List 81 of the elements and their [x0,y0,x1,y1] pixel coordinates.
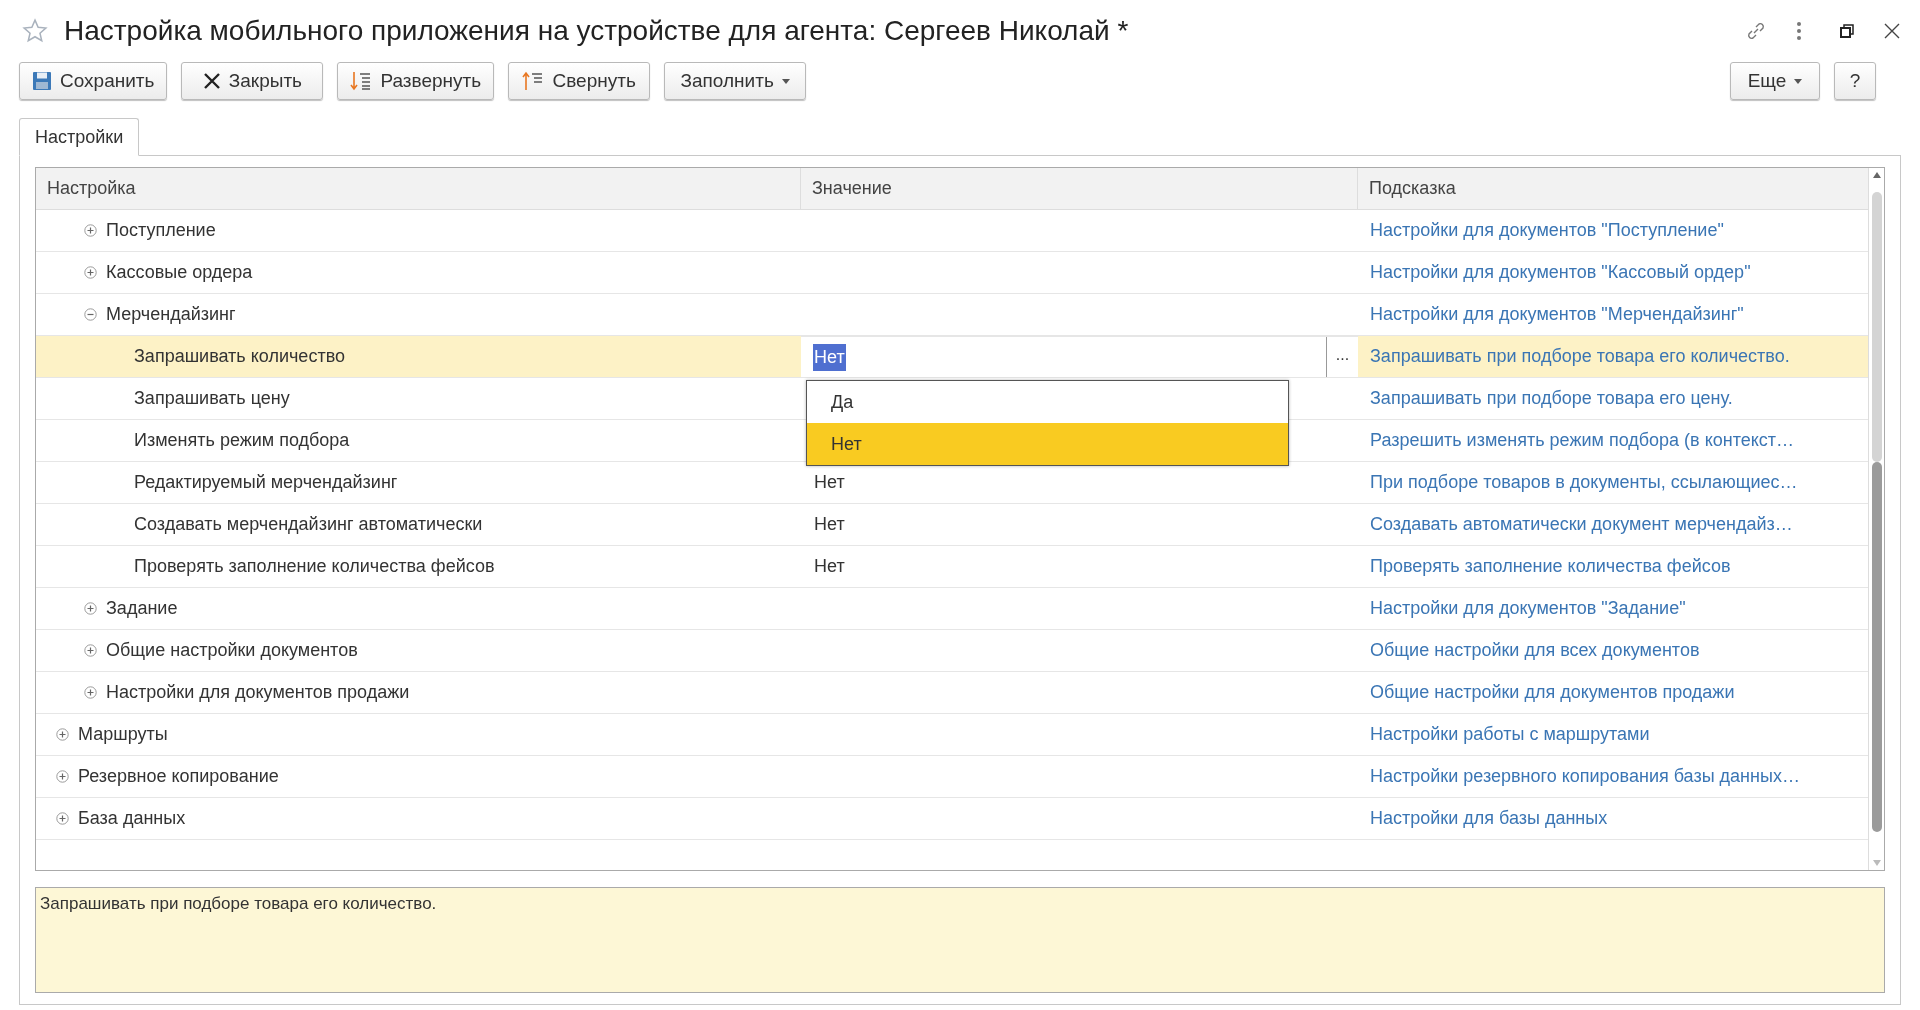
arrow-down-list-icon [350,70,373,92]
setting-name: Мерчендайзинг [106,303,236,326]
hint-text: Настройки для документов "Мерчендайзинг" [1370,303,1744,326]
tree-row[interactable]: Задание Настройки для документов "Задание" [36,588,1868,630]
help-button[interactable]: ? [1834,62,1876,100]
dropdown-option[interactable]: Да [807,381,1288,423]
setting-name: Кассовые ордера [106,261,253,284]
star-icon[interactable] [22,18,48,44]
expand-icon[interactable] [84,266,97,279]
tree-row[interactable]: Настройки для документов продажи Общие настройки для документов продажи [36,672,1868,714]
setting-name: Запрашивать цену [134,387,290,410]
column-header[interactable]: Значение [801,168,1358,209]
tree-row[interactable]: Резервное копирование Настройки резервного копирования базы данных… [36,756,1868,798]
scroll-thumb[interactable] [1871,462,1882,832]
expand-icon[interactable] [84,224,97,237]
setting-name: Изменять режим подбора [134,429,350,452]
setting-name: Редактируемый мерчендайзинг [134,471,398,494]
setting-name: Задание [106,597,178,620]
expand-icon[interactable] [84,602,97,615]
hint-text: Общие настройки для всех документов [1370,639,1700,662]
hint-text: Настройки для базы данных [1370,807,1608,830]
tree-row[interactable]: Редактируемый мерчендайзинг Нет При подборе товаров в документы, ссылающиес… [36,462,1868,504]
collapse-button[interactable]: Свернуть [508,62,651,100]
hint-text: Настройки работы с маршрутами [1370,723,1650,746]
arrow-up-list-icon [522,70,545,92]
tree-row[interactable]: Создавать мерчендайзинг автоматически Нет Создавать автоматически документ мерчендайз… [36,504,1868,546]
expand-icon[interactable] [84,644,97,657]
caret-icon [781,78,790,84]
menu-button[interactable]: Заполнить [664,62,807,100]
hint-field[interactable]: Запрашивать при подборе товара его количество. [35,887,1885,993]
scrollbar[interactable] [1868,168,1884,870]
setting-value: Нет [814,555,845,578]
expand-icon[interactable] [84,686,97,699]
tree-row[interactable]: Общие настройки документов Общие настройки для всех документов [36,630,1868,672]
column-header[interactable]: Настройка [36,168,801,209]
hint-text: Создавать автоматически документ мерчендайз… [1370,513,1793,536]
hint-text: Проверять заполнение количества фейсов [1370,555,1731,578]
tree-row[interactable]: Маршруты Настройки работы с маршрутами [36,714,1868,756]
tree-row[interactable]: Проверять заполнение количества фейсов Нет Проверять заполнение количества фейсов [36,546,1868,588]
tree-row[interactable]: База данных Настройки для базы данных [36,798,1868,840]
window-title: Настройка мобильного приложения на устройстве для агента: Сергеев Николай * [64,14,1129,48]
close-icon[interactable] [1884,23,1900,39]
setting-name: Маршруты [78,723,168,746]
tab[interactable]: Настройки [19,118,140,156]
expand-icon[interactable] [56,728,69,741]
column-header[interactable]: Подсказка [1358,168,1868,209]
caret-icon [1794,78,1803,84]
scroll-up-icon[interactable] [1872,172,1881,178]
more-icon[interactable] [1796,21,1802,41]
hint-text: При подборе товаров в документы, ссылающиес… [1370,471,1798,494]
setting-name: Проверять заполнение количества фейсов [134,555,495,578]
setting-name: Создавать мерчендайзинг автоматически [134,513,483,536]
expand-button[interactable]: Развернуть [337,62,495,100]
close-button[interactable]: Закрыть [181,62,324,100]
restore-window-icon[interactable] [1840,24,1854,38]
tree-row[interactable]: Кассовые ордера Настройки для документов "Кассовый ордер" [36,252,1868,294]
expand-icon[interactable] [56,770,69,783]
hint-text: Общие настройки для документов продажи [1370,681,1735,704]
hint-text: Разрешить изменять режим подбора (в контекст… [1370,429,1795,452]
dropdown-option[interactable]: Нет [807,423,1288,465]
setting-value: Нет [814,471,845,494]
hint-text: Запрашивать при подборе товара его цену. [1370,387,1733,410]
setting-name: База данных [78,807,186,830]
collapse-icon[interactable] [84,308,97,321]
tree-row[interactable]: Поступление Настройки для документов "Поступление" [36,210,1868,252]
save-button[interactable]: Сохранить [19,62,168,100]
hint-text: Запрашивать при подборе товара его количество. [1370,345,1790,368]
setting-value: Нет [814,513,845,536]
setting-name: Поступление [106,219,216,242]
setting-name: Запрашивать количество [134,345,345,368]
expand-icon[interactable] [56,812,69,825]
setting-name: Резервное копирование [78,765,279,788]
value-input[interactable]: Нет ... [801,336,1358,377]
hint-text: Настройки для документов "Задание" [1370,597,1686,620]
close-icon [202,72,221,90]
setting-name: Настройки для документов продажи [106,681,410,704]
hint-text: Настройки резервного копирования базы данных… [1370,765,1800,788]
setting-name: Общие настройки документов [106,639,358,662]
hint-text: Настройки для документов "Поступление" [1370,219,1724,242]
hint-text: Настройки для документов "Кассовый ордер" [1370,261,1751,284]
menu-button[interactable]: Еще [1730,62,1820,100]
